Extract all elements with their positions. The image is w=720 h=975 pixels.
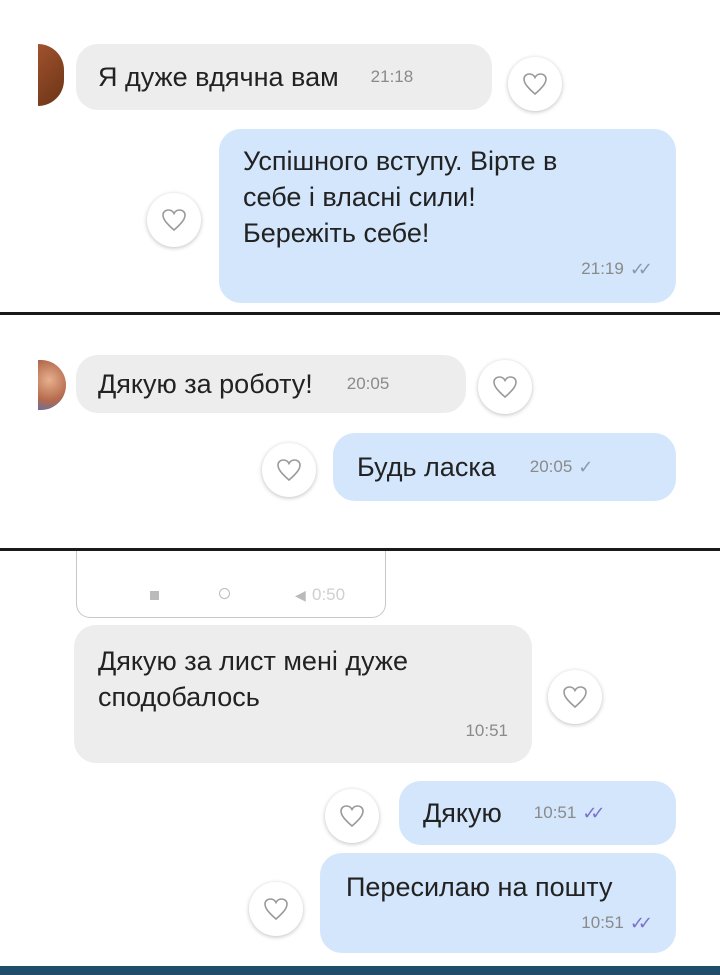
chat-screenshot-3: ◀ 0:50 Дякую за лист мені дуже сподобало… — [0, 551, 720, 966]
record-icon[interactable] — [219, 588, 230, 599]
message-time: 21:19 — [581, 259, 624, 278]
double-check-icon: ✓✓ — [629, 259, 653, 279]
message-line: Успішного вступу. Вірте в — [243, 146, 558, 176]
like-button[interactable] — [147, 193, 201, 247]
message-text: Дякую — [423, 798, 502, 828]
outgoing-message[interactable]: Пересилаю на пошту 10:51 ✓✓ — [320, 853, 676, 953]
bottom-edge-strip — [0, 966, 720, 975]
outgoing-message[interactable]: Дякую 10:51 ✓✓ — [399, 781, 676, 845]
message-text: Дякую за роботу! — [98, 369, 313, 399]
double-check-icon: ✓✓ — [629, 913, 653, 933]
video-message-controls[interactable]: ◀ 0:50 — [76, 551, 386, 618]
like-button[interactable] — [262, 443, 316, 497]
message-time: 10:51 — [465, 721, 508, 740]
message-time: 20:05 — [346, 374, 390, 393]
single-check-icon: ✓ — [578, 457, 594, 477]
contact-avatar[interactable] — [38, 360, 66, 410]
message-line: себе і власні сили! — [243, 182, 476, 212]
like-button[interactable] — [249, 882, 303, 936]
heart-outline-icon — [162, 209, 186, 232]
message-text: Пересилаю на пошту — [346, 872, 613, 902]
outgoing-message[interactable]: Будь ласка 20:05 ✓ — [333, 433, 676, 501]
message-line: Дякую за лист мені дуже — [98, 646, 408, 676]
message-text: Я дуже вдячна вам — [98, 62, 339, 92]
like-button[interactable] — [508, 57, 562, 111]
stop-icon[interactable] — [150, 591, 159, 600]
message-time: 20:05 — [529, 457, 573, 476]
like-button[interactable] — [478, 360, 532, 414]
chat-screenshot-1: Я дуже вдячна вам 21:18 Успішного вступу… — [0, 0, 720, 312]
chat-screenshot-2: Дякую за роботу! 20:05 Будь ласка 20:05 … — [0, 315, 720, 548]
incoming-message[interactable]: Я дуже вдячна вам 21:18 — [76, 44, 492, 110]
heart-outline-icon — [563, 686, 587, 709]
heart-outline-icon — [523, 73, 547, 96]
message-time: 21:18 — [370, 67, 414, 86]
outgoing-message[interactable]: Успішного вступу. Вірте в себе і власні … — [219, 129, 676, 303]
double-check-icon: ✓✓ — [582, 803, 605, 823]
incoming-message[interactable]: Дякую за роботу! 20:05 — [76, 355, 466, 413]
heart-outline-icon — [277, 459, 301, 482]
like-button[interactable] — [325, 789, 379, 843]
message-line: Бережіть себе! — [243, 218, 430, 248]
like-button[interactable] — [548, 670, 602, 724]
contact-avatar[interactable] — [38, 44, 64, 106]
message-text: Будь ласка — [357, 452, 496, 482]
incoming-message[interactable]: Дякую за лист мені дуже сподобалось 10:5… — [74, 625, 532, 763]
heart-outline-icon — [493, 376, 517, 399]
message-time: 10:51 — [533, 803, 577, 822]
message-time: 10:51 — [581, 913, 624, 932]
media-time: 0:50 — [312, 585, 346, 604]
sound-icon[interactable]: ◀ — [295, 587, 306, 604]
heart-outline-icon — [264, 898, 288, 921]
heart-outline-icon — [340, 805, 364, 828]
message-line: сподобалось — [98, 682, 260, 712]
